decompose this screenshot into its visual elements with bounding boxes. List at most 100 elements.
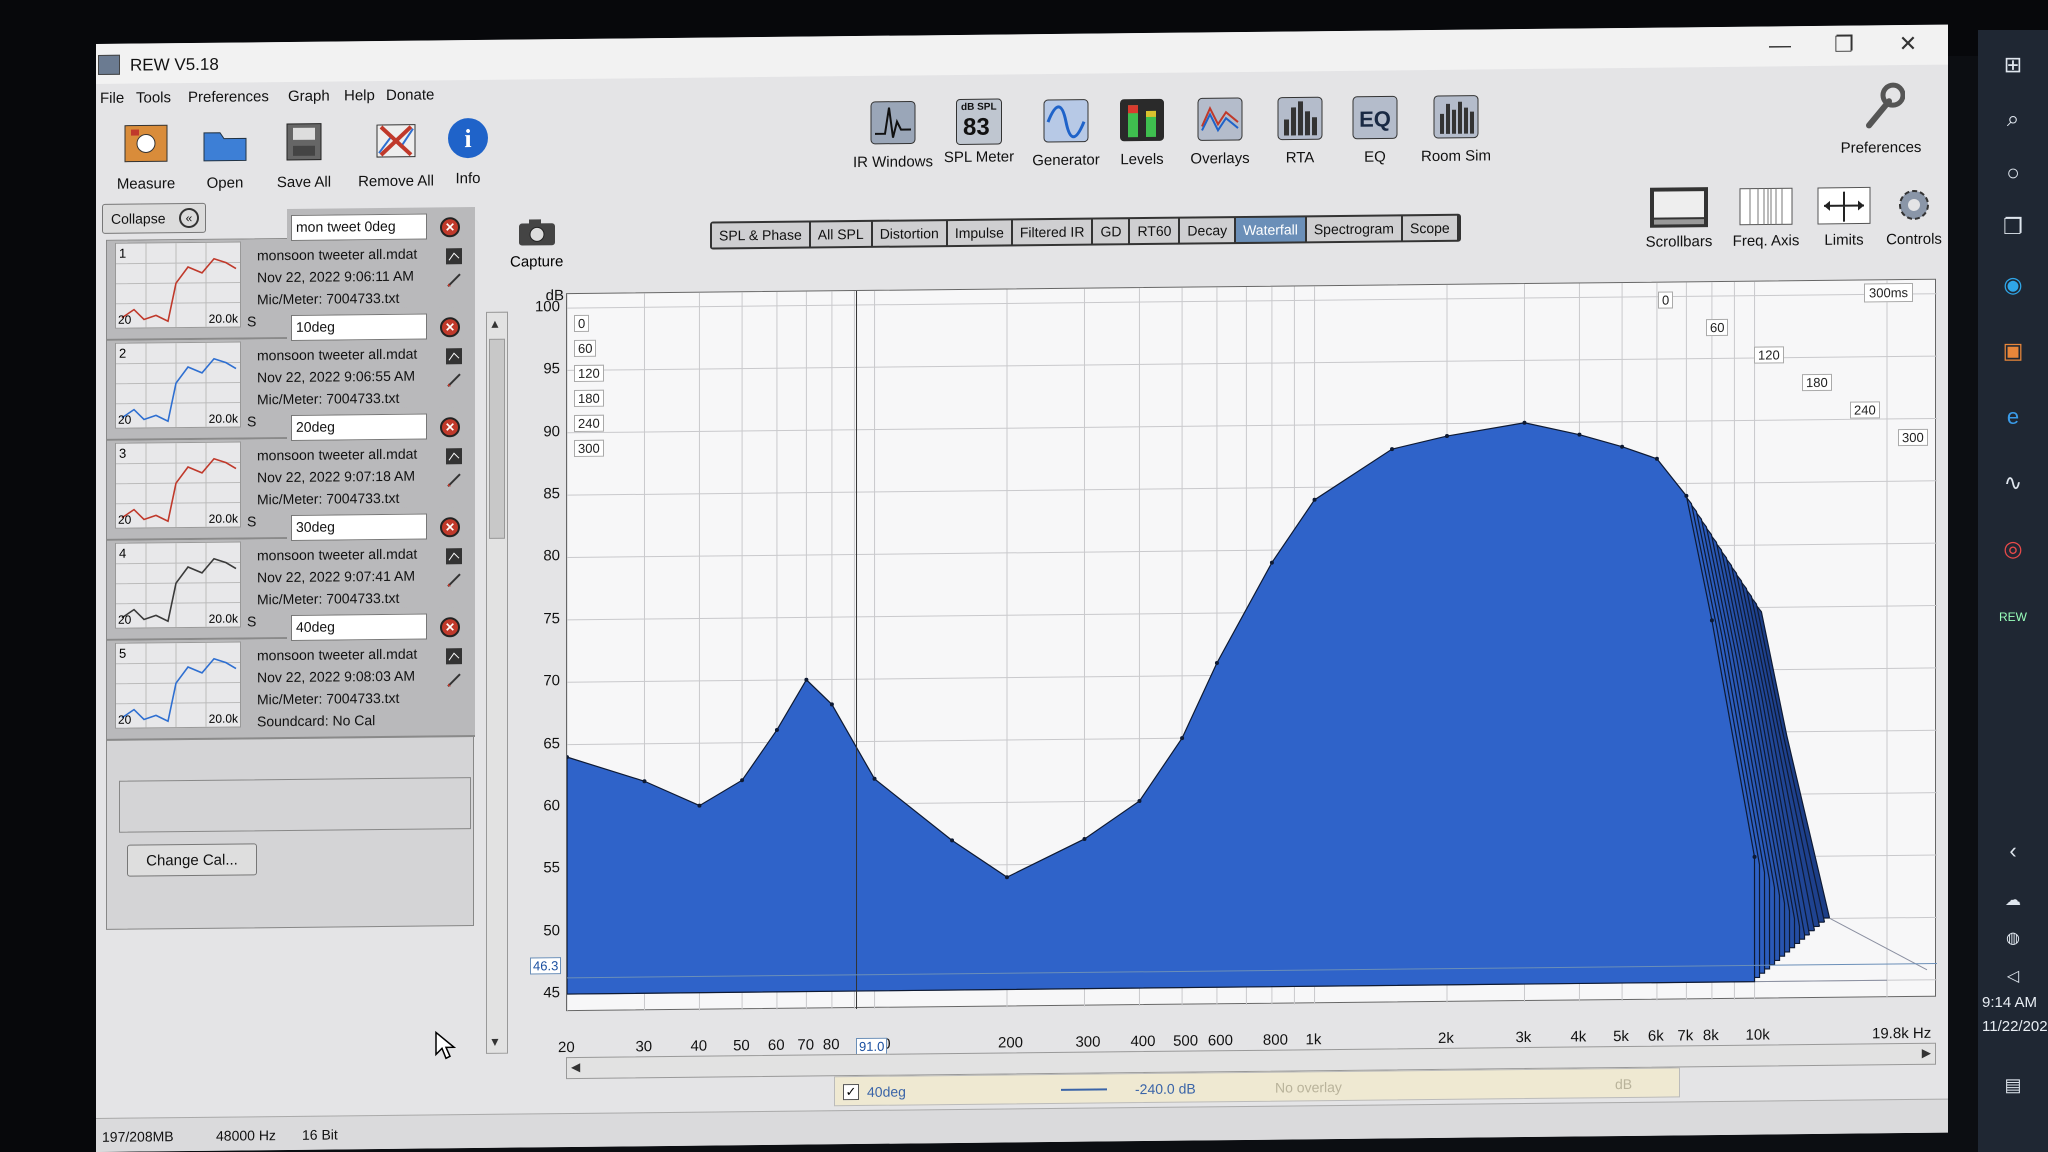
clock-date: 11/22/2022 [1982,1018,2048,1035]
panel-scrollbar[interactable]: ▲ ▼ [486,311,508,1054]
thumb-freq-low: 20 [118,712,132,727]
measurement-name-field[interactable]: 20deg [291,413,427,441]
search-icon[interactable]: ⌕ [1998,104,2028,134]
measurement-edit-icon[interactable] [445,471,463,489]
tab-gd[interactable]: GD [1093,219,1129,244]
overlays-button[interactable]: Overlays [1182,96,1258,168]
levels-button[interactable]: Levels [1112,97,1172,169]
generator-label: Generator [1032,151,1100,170]
scrollbars-button[interactable]: Scrollbars [1644,185,1714,251]
scroll-down-icon[interactable]: ▼ [489,1035,501,1049]
measurement-thumbnail[interactable]: 1 20 20.0k [115,241,241,329]
menu-preferences[interactable]: Preferences [188,88,269,106]
measurement-name-field[interactable]: 10deg [291,313,427,341]
generator-button[interactable]: Generator [1026,97,1106,169]
tray-icons[interactable]: ☁ [1998,886,2028,916]
delete-measurement-icon[interactable]: ✕ [440,517,460,538]
edge-icon[interactable]: ◉ [1998,270,2028,300]
save-all-button[interactable]: Save All [266,117,342,191]
info-button[interactable]: i Info [440,114,496,188]
close-button[interactable]: ✕ [1888,31,1928,57]
restore-button[interactable]: ❐ [1824,31,1864,57]
measurement-edit-icon[interactable] [445,371,463,389]
measurement-edit-icon[interactable] [445,571,463,589]
chevron-left-icon[interactable]: ‹ [1998,836,2028,866]
menu-donate[interactable]: Donate [386,86,434,104]
measurement-thumbnail[interactable]: 5 20 20.0k [115,641,241,729]
network-icon[interactable]: ◍ [1998,924,2028,954]
room-sim-button[interactable]: Room Sim [1418,93,1494,165]
menu-file[interactable]: File [100,90,124,107]
measurement-row[interactable]: 40deg ✕ 5 20 20.0k monsoon tweeter all.mdat No… [107,607,475,741]
spl-meter-button[interactable]: dB SPL 83 SPL Meter [942,98,1016,166]
store-icon[interactable]: ▣ [1998,336,2028,366]
tab-waterfall[interactable]: Waterfall [1236,217,1305,243]
measurement-name-field[interactable]: mon tweet 0deg [291,213,427,241]
legend-checkbox[interactable]: ✓ [843,1084,859,1101]
y-tick-label: 95 [543,360,560,378]
measurement-edit-icon[interactable] [445,271,463,289]
measurement-info-icon[interactable] [445,547,463,565]
limits-button[interactable]: Limits [1814,183,1874,249]
tab-spectrogram[interactable]: Spectrogram [1306,216,1401,242]
tab-rt60[interactable]: RT60 [1130,218,1179,244]
tab-all-spl[interactable]: All SPL [810,221,871,247]
scroll-up-icon[interactable]: ▲ [489,317,501,331]
capture-button[interactable]: Capture [510,215,563,271]
waterfall-plot[interactable] [565,278,1937,1013]
ir-windows-button[interactable]: IR Windows [848,99,938,171]
ie-icon[interactable]: e [1998,402,2028,432]
freq-axis-button[interactable]: Freq. Axis [1728,184,1804,250]
measurement-info-icon[interactable] [445,247,463,265]
volume-icon[interactable]: ◁ [1998,962,2028,992]
change-cal-button[interactable]: Change Cal... [127,843,257,877]
notifications-icon[interactable]: ▤ [1998,1070,2028,1100]
measurement-name-field[interactable]: 30deg [291,513,427,541]
tab-distortion[interactable]: Distortion [872,221,946,246]
measurement-thumbnail[interactable]: 2 20 20.0k [115,341,241,429]
preferences-button[interactable]: Preferences [1836,81,1926,157]
measurement-edit-icon[interactable] [445,671,463,689]
delete-measurement-icon[interactable]: ✕ [440,417,460,438]
measurement-thumbnail[interactable]: 4 20 20.0k [115,541,241,629]
measurement-number: 3 [119,445,127,461]
menu-graph[interactable]: Graph [288,88,330,105]
tab-decay[interactable]: Decay [1180,218,1235,243]
measurement-thumbnail[interactable]: 3 20 20.0k [115,441,241,529]
task-view-icon[interactable]: ❐ [1998,212,2028,242]
media-app-icon[interactable]: ◎ [1998,534,2028,564]
scroll-left-icon[interactable]: ◀ [571,1060,580,1074]
measurement-info-icon[interactable] [445,347,463,365]
remove-all-button[interactable]: Remove All [350,116,442,190]
legend-value: -240.0 dB [1135,1080,1196,1098]
scrollbar-thumb[interactable] [489,338,505,539]
x-tick-label: 30 [635,1038,653,1056]
scroll-right-icon[interactable]: ▶ [1922,1046,1931,1060]
measure-button[interactable]: Measure [106,119,186,193]
delete-measurement-icon[interactable]: ✕ [440,317,460,338]
ir-windows-label: IR Windows [852,153,934,172]
tab-filtered-ir[interactable]: Filtered IR [1012,219,1092,245]
delete-measurement-icon[interactable]: ✕ [440,617,460,638]
eq-button[interactable]: EQ EQ [1350,94,1400,166]
measurement-info-icon[interactable] [445,447,463,465]
tab-impulse[interactable]: Impulse [947,220,1011,246]
rew-taskbar-icon[interactable]: REW [1998,602,2028,632]
measurement-name-field[interactable]: 40deg [291,613,427,641]
rta-button[interactable]: RTA [1272,95,1328,167]
controls-button[interactable]: Controls [1880,183,1948,249]
windows-start-icon[interactable]: ⊞ [1998,50,2028,80]
delete-measurement-icon[interactable]: ✕ [440,217,460,238]
collapse-button[interactable]: Collapse « [102,202,206,234]
minimize-button[interactable]: — [1760,32,1800,58]
tab-scope[interactable]: Scope [1402,215,1457,241]
cortana-icon[interactable]: ○ [1998,158,2028,188]
tab-spl-phase[interactable]: SPL & Phase [712,222,809,248]
menu-help[interactable]: Help [344,87,375,104]
thumb-freq-high: 20.0k [208,511,238,526]
measurement-info-icon[interactable] [445,647,463,665]
x-tick-label: 7k [1677,1027,1694,1045]
open-button[interactable]: Open [190,118,260,192]
menu-tools[interactable]: Tools [136,89,171,106]
waveform-app-icon[interactable]: ∿ [1998,468,2028,498]
